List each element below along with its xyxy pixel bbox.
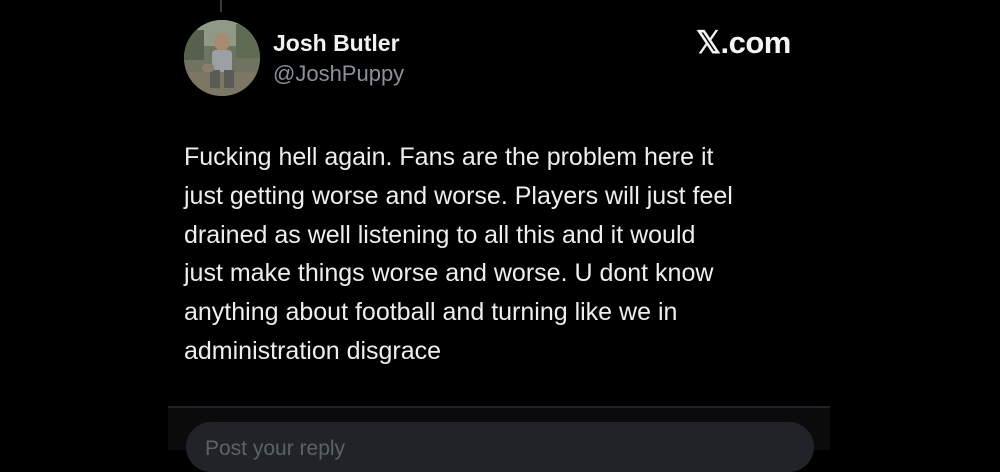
x-logo: 𝕏.com [696, 25, 791, 60]
tweet-text-line: drained as well listening to all this an… [184, 220, 696, 249]
thread-connector-line [220, 0, 222, 12]
tweet-text-line: just make things worse and worse. U dont… [184, 259, 714, 288]
tweet-text-line: anything about football and turning like… [184, 298, 678, 327]
tweet-screenshot: Josh Butler @JoshPuppy 𝕏.com Fucking hel… [0, 0, 1000, 472]
reply-placeholder: Post your reply [205, 437, 346, 460]
tweet-text: Fucking hell again. Fans are the problem… [184, 138, 844, 371]
avatar[interactable] [184, 20, 260, 96]
profile-photo-icon [184, 20, 260, 96]
author-handle[interactable]: @JoshPuppy [273, 61, 404, 87]
tweet-text-line: Fucking hell again. Fans are the problem… [184, 143, 714, 171]
tweet-text-line: administration disgrace [184, 336, 442, 365]
tweet-text-line: just getting worse and worse. Players wi… [184, 181, 733, 210]
author-name[interactable]: Josh Butler [273, 30, 400, 57]
